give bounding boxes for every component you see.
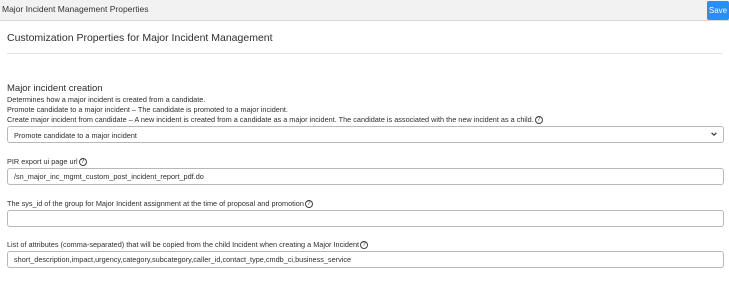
creation-mode-select[interactable]: Promote candidate to a major incident xyxy=(7,126,724,143)
chevron-down-icon xyxy=(711,132,717,136)
creation-mode-selected-value: Promote candidate to a major incident xyxy=(14,131,137,140)
question-circle-icon[interactable]: ? xyxy=(360,241,369,250)
app-title: Major Incident Management Properties xyxy=(2,4,149,14)
page-heading: Customization Properties for Major Incid… xyxy=(7,32,273,44)
group-sysid-label: The sys_id of the group for Major Incide… xyxy=(7,199,304,208)
creation-description-line1: Determines how a major incident is creat… xyxy=(7,95,206,104)
creation-description-line3: Create major incident from candidate – A… xyxy=(7,115,534,124)
attributes-label: List of attributes (comma-separated) tha… xyxy=(7,240,360,249)
group-sysid-input[interactable] xyxy=(7,210,724,227)
title-bar: Major Incident Management Properties Sav… xyxy=(0,0,729,21)
question-circle-icon[interactable]: ? xyxy=(304,200,313,209)
save-button[interactable]: Save xyxy=(707,1,729,20)
attributes-label-row: List of attributes (comma-separated) tha… xyxy=(7,240,369,250)
pir-export-label: PIR export ui page url xyxy=(7,157,78,166)
creation-description-line2: Promote candidate to a major incident – … xyxy=(7,105,288,114)
divider xyxy=(7,53,722,54)
pir-export-label-row: PIR export ui page url? xyxy=(7,157,87,167)
major-incident-creation-title: Major incident creation xyxy=(7,83,103,94)
pir-export-url-input[interactable] xyxy=(7,168,724,185)
attributes-input[interactable] xyxy=(7,251,724,268)
group-sysid-label-row: The sys_id of the group for Major Incide… xyxy=(7,199,313,209)
creation-description-line3-row: Create major incident from candidate – A… xyxy=(7,115,543,125)
question-circle-icon[interactable]: ? xyxy=(534,116,543,125)
question-circle-icon[interactable]: ? xyxy=(78,158,87,167)
